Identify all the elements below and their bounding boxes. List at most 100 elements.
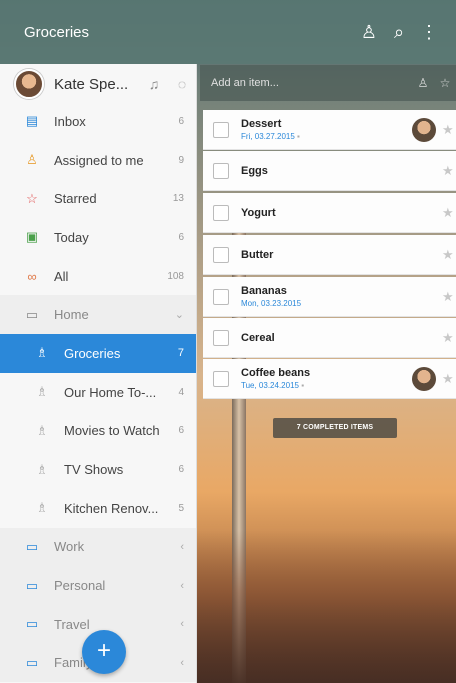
- task-row[interactable]: Coffee beans Tue, 03.24.2015 ▪ ★: [203, 359, 456, 399]
- task-checkbox[interactable]: [213, 288, 229, 305]
- sidebar-item-count: 4: [178, 386, 184, 398]
- sidebar-item-starred[interactable]: ☆ Starred 13: [0, 179, 196, 218]
- chevron-left-icon[interactable]: ‹: [180, 657, 184, 669]
- sidebar-list-item[interactable]: ♗ Groceries 7: [0, 334, 196, 373]
- task-checkbox[interactable]: [213, 204, 229, 221]
- task-body[interactable]: Cereal: [241, 332, 442, 344]
- task-body[interactable]: Eggs: [241, 165, 442, 177]
- task-body[interactable]: Coffee beans Tue, 03.24.2015 ▪: [241, 367, 412, 390]
- task-due-date: Fri, 03.27.2015 ▪: [241, 132, 412, 141]
- avatar[interactable]: [14, 69, 44, 99]
- chevron-left-icon[interactable]: ‹: [180, 541, 184, 553]
- sidebar-item-today[interactable]: ▣ Today 6: [0, 218, 196, 257]
- sidebar-item-label: Starred: [54, 191, 97, 207]
- task-body[interactable]: Dessert Fri, 03.27.2015 ▪: [241, 118, 412, 141]
- share-person-icon[interactable]: ♙: [354, 22, 384, 43]
- chevron-down-icon[interactable]: ⌄: [175, 308, 184, 321]
- task-row[interactable]: Eggs ★: [203, 151, 456, 191]
- chat-icon[interactable]: ◌: [168, 76, 196, 92]
- sidebar-item-label: Kitchen Renov...: [64, 500, 159, 516]
- sidebar-item-inbox[interactable]: ▤ Inbox 6: [0, 102, 196, 141]
- sidebar-list-item[interactable]: ♗ Kitchen Renov... 5: [0, 489, 196, 528]
- star-icon[interactable]: ★: [442, 289, 456, 305]
- sidebar: Kate Spe... ♫ ◌ ▤ Inbox 6 ♙ Assigned to me 9 ☆…: [0, 64, 197, 683]
- sidebar-item-count: 6: [178, 115, 184, 127]
- bell-icon[interactable]: ♫: [140, 76, 168, 92]
- sidebar-list-item[interactable]: ♗ Movies to Watch 6: [0, 412, 196, 451]
- sidebar-item-count: 9: [178, 154, 184, 166]
- user-row[interactable]: Kate Spe... ♫ ◌: [0, 66, 196, 102]
- sidebar-item-label: Groceries: [64, 345, 121, 361]
- sidebar-item-label: Our Home To-...: [64, 384, 157, 400]
- task-checkbox[interactable]: [213, 162, 229, 179]
- star-icon[interactable]: ★: [442, 247, 456, 263]
- person-icon: ♙: [26, 152, 38, 168]
- task-checkbox[interactable]: [213, 329, 229, 346]
- folder-personal[interactable]: ▭ Personal ‹: [0, 566, 196, 605]
- folder-home[interactable]: ▭ Home ⌄: [0, 295, 196, 335]
- star-icon[interactable]: ★: [442, 371, 456, 387]
- sidebar-item-label: TV Shows: [64, 462, 124, 478]
- user-name: Kate Spe...: [54, 75, 129, 93]
- folder-work[interactable]: ▭ Work ‹: [0, 527, 196, 567]
- add-item-input[interactable]: Add an item...: [211, 77, 412, 89]
- folder-icon: ▭: [25, 538, 39, 554]
- people-icon: ♗: [36, 500, 48, 516]
- folder-icon: ▭: [25, 616, 39, 632]
- people-icon: ♗: [36, 345, 48, 361]
- folder-icon: ▭: [25, 654, 39, 670]
- folder-icon: ▭: [25, 306, 39, 322]
- inbox-icon: ▤: [25, 113, 39, 129]
- task-row[interactable]: Yogurt ★: [203, 193, 456, 233]
- task-row[interactable]: Cereal ★: [203, 318, 456, 358]
- task-body[interactable]: Bananas Mon, 03.23.2015: [241, 285, 442, 308]
- task-date-text: Tue, 03.24.2015: [241, 381, 299, 390]
- star-icon: ☆: [26, 190, 38, 206]
- star-icon[interactable]: ★: [442, 330, 456, 346]
- sidebar-list-item[interactable]: ♗ Our Home To-... 4: [0, 373, 196, 412]
- add-list-button[interactable]: +: [82, 630, 126, 674]
- calendar-icon: ▣: [25, 229, 39, 245]
- sidebar-item-assigned-to-me[interactable]: ♙ Assigned to me 9: [0, 141, 196, 180]
- star-icon[interactable]: ★: [442, 163, 456, 179]
- list-title: Groceries: [24, 23, 90, 41]
- city-skyline-graphic: [196, 530, 456, 683]
- task-body[interactable]: Butter: [241, 249, 442, 261]
- task-due-date: Tue, 03.24.2015 ▪: [241, 381, 412, 390]
- star-icon[interactable]: ★: [442, 122, 456, 138]
- search-icon[interactable]: ⌕: [384, 22, 414, 43]
- folder-label: Travel: [54, 616, 90, 632]
- sidebar-item-all[interactable]: ∞ All 108: [0, 257, 196, 296]
- task-name: Eggs: [241, 164, 268, 177]
- task-name: Cereal: [241, 331, 275, 344]
- star-icon[interactable]: ☆: [434, 76, 456, 90]
- completed-items-button[interactable]: 7 COMPLETED ITEMS: [273, 418, 397, 438]
- assign-person-icon[interactable]: ♙: [412, 76, 434, 90]
- task-date-text: Fri, 03.27.2015: [241, 132, 295, 141]
- sidebar-item-label: Today: [54, 229, 89, 245]
- people-icon: ♗: [36, 461, 48, 477]
- task-checkbox[interactable]: [213, 121, 229, 138]
- task-checkbox[interactable]: [213, 370, 229, 387]
- sidebar-item-label: Movies to Watch: [64, 423, 160, 439]
- sidebar-list-item[interactable]: ♗ TV Shows 6: [0, 450, 196, 489]
- task-checkbox[interactable]: [213, 246, 229, 263]
- sidebar-item-count: 13: [172, 193, 184, 205]
- assignee-avatar: [412, 117, 436, 142]
- add-item-bar[interactable]: Add an item... ♙ ☆: [200, 65, 456, 101]
- task-row[interactable]: Butter ★: [203, 235, 456, 275]
- star-icon[interactable]: ★: [442, 205, 456, 221]
- chevron-left-icon[interactable]: ‹: [180, 618, 184, 630]
- task-row[interactable]: Dessert Fri, 03.27.2015 ▪ ★: [203, 110, 456, 150]
- assignee-avatar: [412, 366, 436, 391]
- chevron-left-icon[interactable]: ‹: [180, 580, 184, 592]
- more-icon[interactable]: ⋮: [414, 22, 444, 43]
- sidebar-item-label: All: [54, 268, 69, 284]
- task-date-text: Mon, 03.23.2015: [241, 299, 302, 308]
- note-icon: ▪: [298, 381, 305, 390]
- task-due-date: Mon, 03.23.2015: [241, 299, 442, 308]
- sidebar-item-count: 6: [178, 464, 184, 476]
- task-row[interactable]: Bananas Mon, 03.23.2015 ★: [203, 277, 456, 317]
- sidebar-item-label: Inbox: [54, 113, 86, 129]
- task-body[interactable]: Yogurt: [241, 207, 442, 219]
